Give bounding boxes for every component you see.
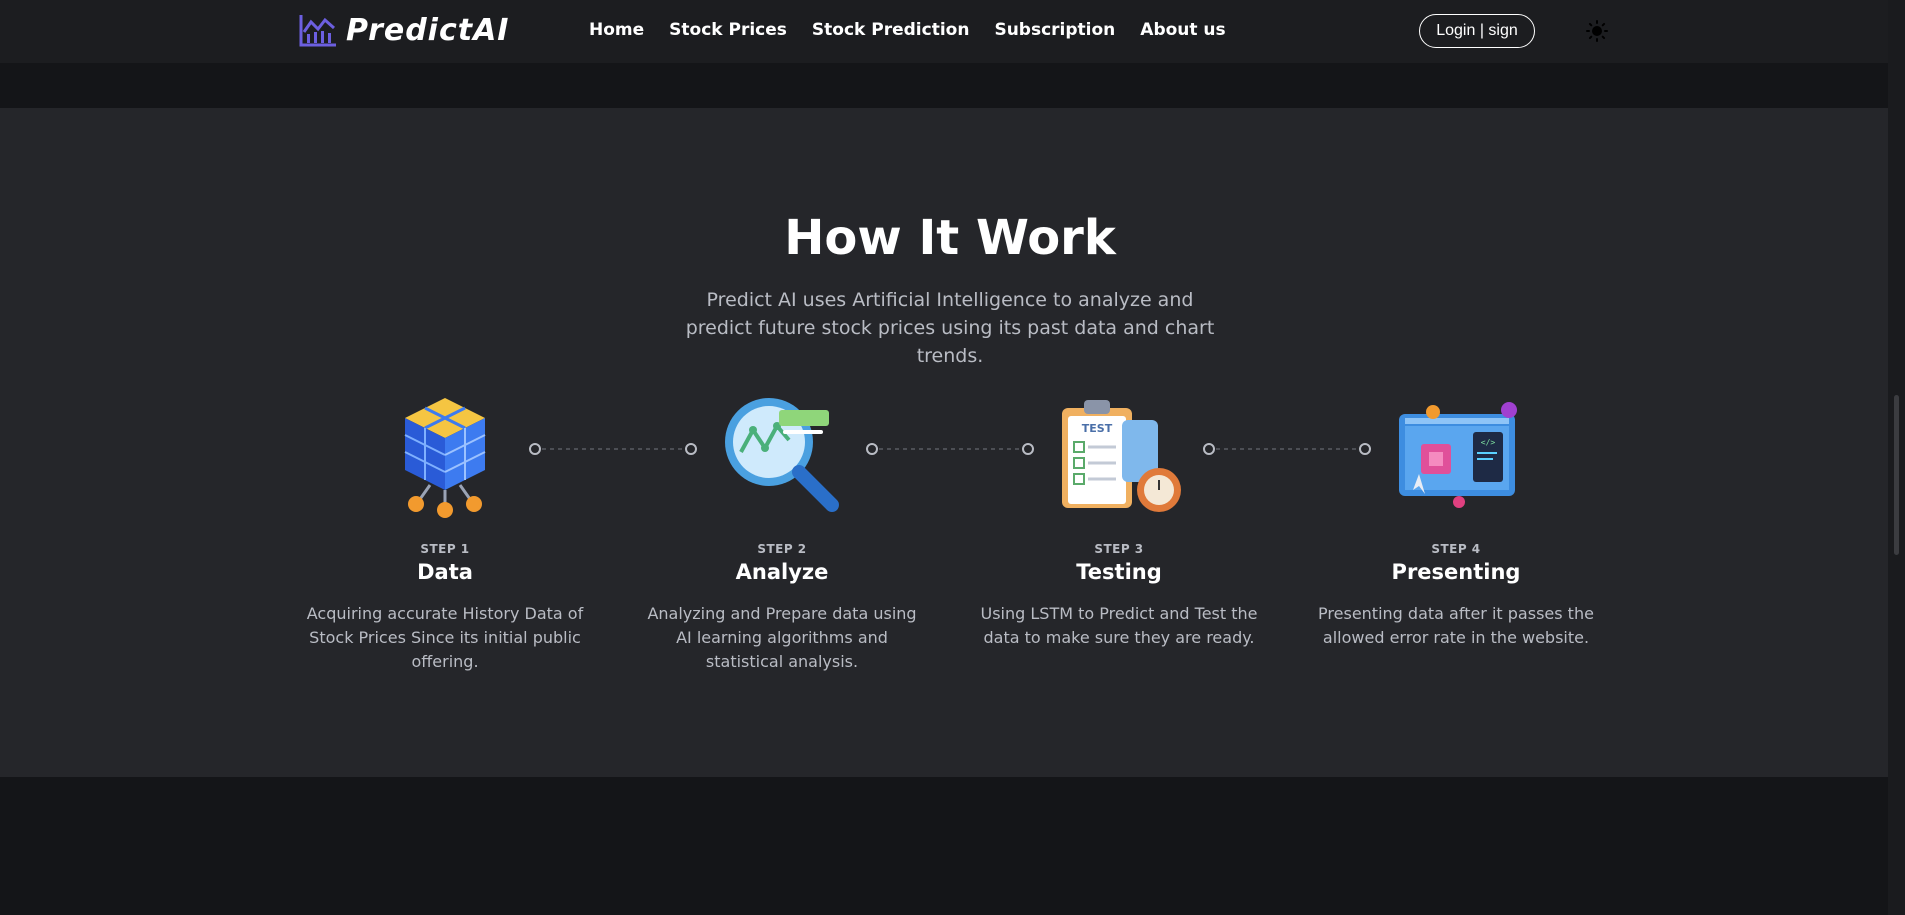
step-4-description: Presenting data after it passes the allo…	[1318, 604, 1594, 647]
sun-icon[interactable]	[1585, 19, 1609, 43]
step-3-title: Testing	[1076, 560, 1162, 584]
nav-home[interactable]: Home	[589, 20, 644, 40]
step-1-description: Acquiring accurate History Data of Stock…	[306, 604, 584, 671]
step-2-label: STEP 2	[757, 542, 807, 556]
step-card-1: STEP 1 Data Acquiring accurate History D…	[305, 108, 585, 777]
chart-logo-icon	[299, 15, 336, 47]
page-scrollbar[interactable]	[1888, 0, 1905, 915]
magnifier-chart-icon	[725, 398, 839, 512]
nav-stock-prices[interactable]: Stock Prices	[669, 20, 787, 40]
svg-text:</>: </>	[1481, 438, 1496, 447]
step-2-description: Analyzing and Prepare data using AI lear…	[647, 604, 917, 671]
navbar: PredictAI Home Stock Prices Stock Predic…	[0, 0, 1888, 63]
login-button[interactable]: Login | sign	[1419, 14, 1535, 48]
step-1-title: Data	[417, 560, 473, 584]
scrollbar-thumb[interactable]	[1894, 395, 1899, 555]
svg-text:TEST: TEST	[1082, 422, 1113, 435]
test-clipboard-icon: TEST	[1062, 400, 1181, 512]
step-4-label: STEP 4	[1431, 542, 1481, 556]
step-2-title: Analyze	[735, 560, 829, 584]
step-card-3: TEST STEP 3 Testing Using LSTM to Predic…	[979, 108, 1259, 777]
step-card-4: </> STEP 4 Presenting Presenting data af…	[1316, 108, 1596, 777]
brand-logo[interactable]: PredictAI	[298, 12, 509, 48]
data-cube-icon	[404, 398, 486, 518]
nav-stock-prediction[interactable]: Stock Prediction	[812, 20, 970, 40]
step-3-description: Using LSTM to Predict and Test the data …	[980, 604, 1258, 647]
section-title: How It Work	[784, 210, 1116, 266]
presentation-screen-icon: </>	[1399, 402, 1517, 508]
how-it-works-section: How It Work Predict AI uses Artificial I…	[0, 108, 1888, 777]
step-1-label: STEP 1	[420, 542, 470, 556]
brand-name: PredictAI	[346, 12, 510, 48]
step-card-2: STEP 2 Analyze Analyzing and Prepare dat…	[642, 108, 922, 777]
nav-links: Home Stock Prices Stock Prediction Subsc…	[589, 20, 1226, 40]
nav-subscription[interactable]: Subscription	[994, 20, 1115, 40]
step-3-label: STEP 3	[1094, 542, 1144, 556]
nav-about-us[interactable]: About us	[1140, 20, 1225, 40]
step-4-title: Presenting	[1391, 560, 1521, 584]
